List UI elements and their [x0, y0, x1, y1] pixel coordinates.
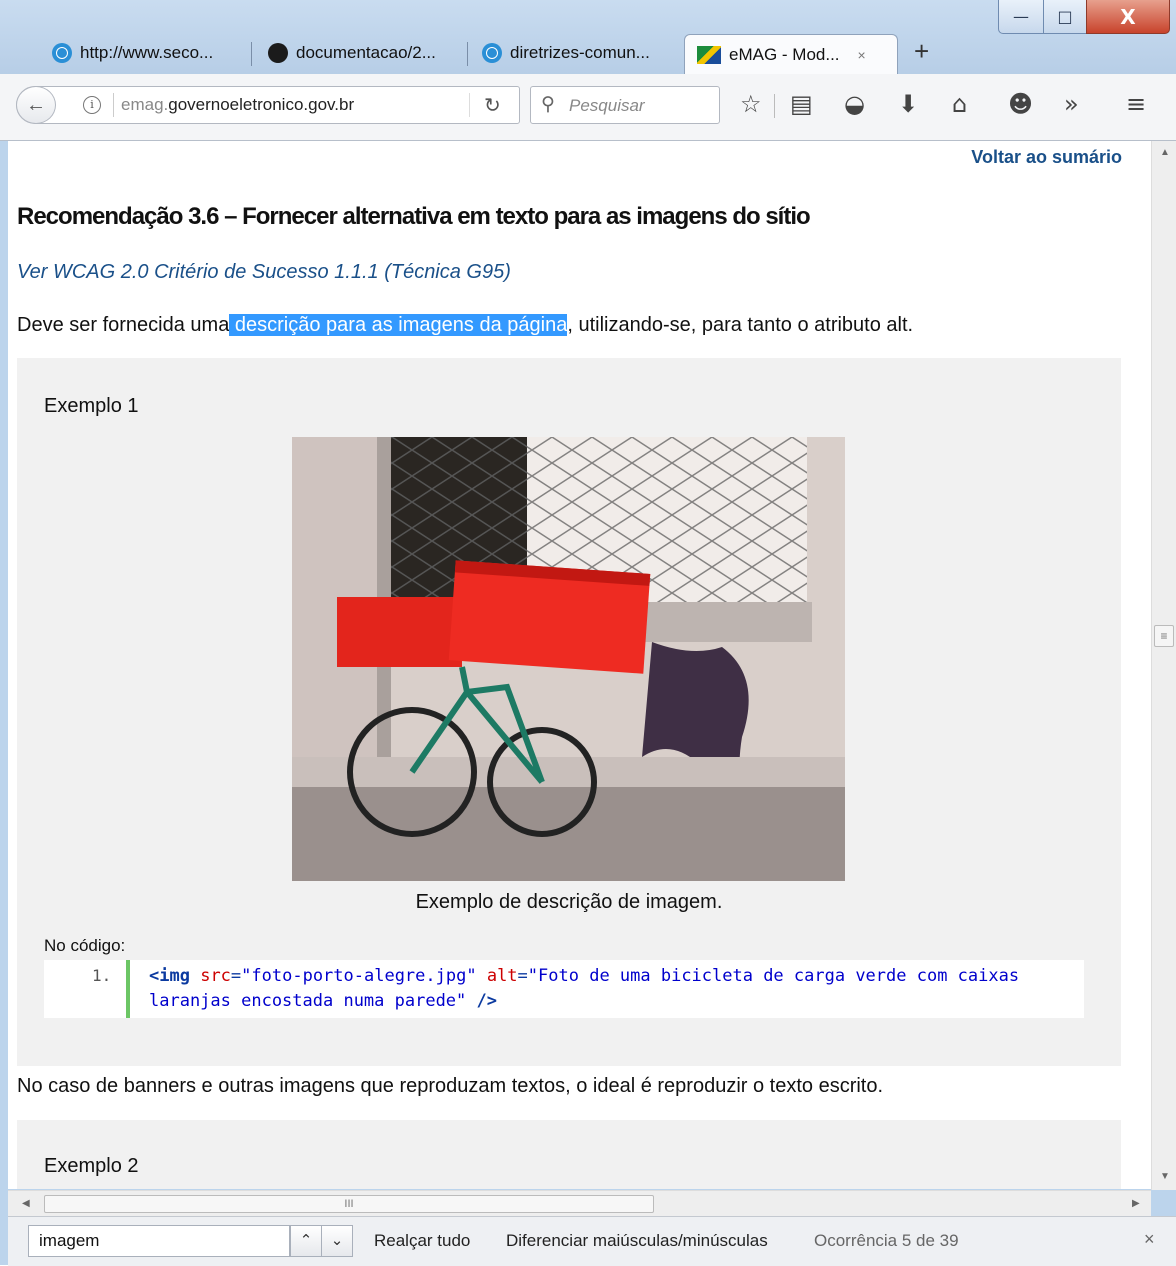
scroll-left-arrow[interactable]: ◀ — [22, 1198, 30, 1209]
tab-label: diretrizes-comun... — [510, 43, 650, 62]
globe-icon — [52, 43, 72, 63]
find-bar: ⌃ ⌄ Realçar tudo Diferenciar maiúsculas/… — [8, 1216, 1176, 1266]
code-label: No código: — [44, 936, 126, 955]
emoji-icon[interactable]: ☻ — [1008, 90, 1033, 118]
close-window-button[interactable]: X — [1086, 0, 1170, 34]
new-tab-button[interactable]: + — [914, 36, 929, 67]
example-2-title: Exemplo 2 — [44, 1155, 139, 1177]
search-placeholder: Pesquisar — [569, 96, 645, 115]
tab-label: eMAG - Mod... — [729, 44, 840, 64]
vertical-scroll-thumb[interactable]: ≡ — [1154, 625, 1174, 647]
url-subdomain: emag. — [121, 95, 169, 114]
globe-icon — [482, 43, 502, 63]
minimize-button[interactable]: — — [998, 0, 1044, 34]
tab-close-icon[interactable]: × — [858, 47, 866, 63]
pocket-icon[interactable]: ◒ — [844, 90, 865, 118]
image-caption: Exemplo de descrição de imagem. — [415, 891, 723, 913]
horizontal-scroll-thumb[interactable]: III — [44, 1195, 654, 1213]
code-attr: src — [200, 966, 231, 986]
title-bar: — □ X http://www.seco... documentacao/2.… — [0, 0, 1176, 78]
paragraph-1: Deve ser fornecida uma descrição para as… — [17, 314, 913, 337]
menu-icon[interactable]: ≡ — [1126, 90, 1146, 118]
back-to-summary-link[interactable]: Voltar ao sumário — [971, 147, 1122, 168]
tab-emag-active[interactable]: eMAG - Mod... × — [684, 34, 898, 74]
close-find-bar-button[interactable]: × — [1144, 1229, 1155, 1250]
find-input[interactable] — [28, 1225, 290, 1257]
home-icon[interactable]: ⌂ — [952, 90, 967, 118]
bookmark-star-icon[interactable]: ☆ — [740, 90, 762, 118]
brazil-flag-icon — [697, 45, 721, 64]
reload-icon[interactable]: ↻ — [484, 93, 501, 118]
match-case-option[interactable]: Diferenciar maiúsculas/minúsculas — [506, 1231, 768, 1251]
tab-label: documentacao/2... — [296, 43, 436, 62]
match-count: Ocorrência 5 de 39 — [814, 1231, 959, 1250]
example-1-title: Exemplo 1 — [44, 395, 139, 417]
code-attr: alt — [486, 966, 518, 986]
nav-toolbar: ← i emag.governoeletronico.gov.br ↻ ⚲ Pe… — [0, 74, 1176, 141]
url-bar[interactable]: ← i emag.governoeletronico.gov.br ↻ — [16, 86, 520, 124]
tab-label: http://www.seco... — [80, 43, 214, 62]
url-text[interactable]: emag.governoeletronico.gov.br — [121, 95, 354, 115]
highlight-all-option[interactable]: Realçar tudo — [374, 1231, 470, 1251]
scroll-right-arrow[interactable]: ▶ — [1132, 1198, 1140, 1209]
bicycle-photo — [292, 437, 845, 881]
horizontal-scrollbar[interactable]: ◀ III ▶ — [8, 1190, 1151, 1217]
scroll-up-arrow[interactable]: ▲ — [1160, 147, 1170, 158]
github-icon — [268, 43, 288, 63]
wcag-link[interactable]: Ver WCAG 2.0 Critério de Sucesso 1.1.1 (… — [17, 261, 511, 284]
find-next-button[interactable]: ⌄ — [321, 1225, 353, 1257]
url-domain: governoeletronico.gov.br — [168, 95, 355, 114]
tab-3[interactable]: diretrizes-comun... — [470, 34, 676, 72]
download-icon[interactable]: ⬇ — [898, 90, 918, 118]
maximize-button[interactable]: □ — [1043, 0, 1087, 34]
paragraph-2: No caso de banners e outras imagens que … — [17, 1075, 884, 1097]
code-line: <img src="foto-porto-alegre.jpg" alt="Fo… — [149, 964, 1079, 1014]
example-2-box: Exemplo 2 — [17, 1120, 1121, 1189]
code-tag: <img — [149, 966, 190, 986]
search-bar[interactable]: ⚲ Pesquisar — [530, 86, 720, 124]
tab-2[interactable]: documentacao/2... — [256, 34, 468, 72]
code-tag: /> — [476, 991, 498, 1011]
back-arrow-icon[interactable]: ← — [16, 86, 56, 124]
page-title: Recomendação 3.6 – Fornecer alternativa … — [17, 203, 811, 230]
line-number: 1. — [92, 966, 112, 985]
example-1-box: Exemplo 1 Exemplo de descrição de imagem… — [17, 358, 1121, 1066]
tab-1[interactable]: http://www.seco... — [40, 34, 252, 72]
search-icon: ⚲ — [541, 94, 555, 115]
toolbar-separator — [774, 94, 775, 118]
info-icon[interactable]: i — [83, 96, 101, 114]
find-previous-button[interactable]: ⌃ — [290, 1225, 322, 1257]
code-value: "foto-porto-alegre.jpg" — [241, 966, 477, 986]
vertical-scrollbar[interactable]: ▲ ≡ ▼ — [1151, 141, 1176, 1190]
code-block: 1. <img src="foto-porto-alegre.jpg" alt=… — [44, 960, 1084, 1018]
code-eq: = — [230, 966, 242, 986]
scroll-down-arrow[interactable]: ▼ — [1160, 1171, 1170, 1182]
para1-text: Deve ser fornecida uma — [17, 314, 230, 336]
para1-text-end: , utilizando-se, para tanto o atributo a… — [567, 314, 914, 336]
code-eq: = — [517, 966, 528, 986]
overflow-icon[interactable]: » — [1064, 90, 1079, 118]
page-content: Voltar ao sumário Recomendação 3.6 – For… — [8, 141, 1151, 1189]
search-highlight: descrição para as imagens da página — [229, 314, 568, 336]
reading-list-icon[interactable]: ▤ — [790, 90, 813, 118]
